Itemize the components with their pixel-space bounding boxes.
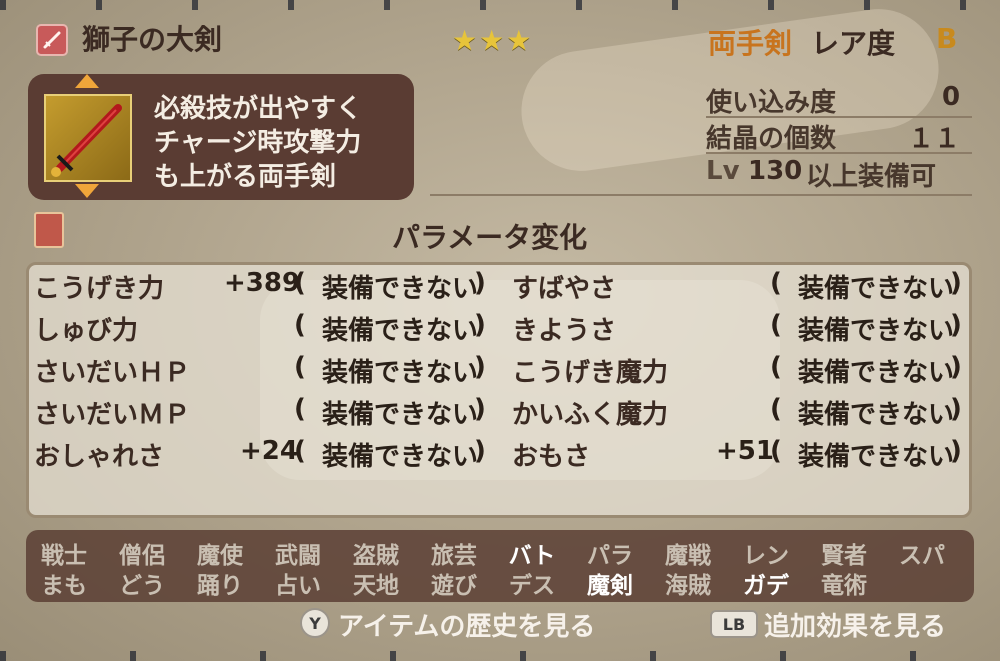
param-open-paren: ( (294, 310, 306, 340)
param-close-paren: ) (950, 268, 962, 298)
param-open-paren: ( (770, 268, 782, 298)
param-close-paren: ) (474, 310, 486, 340)
star-rating: ★★★ (452, 24, 534, 57)
job-label: 魔戦 (665, 543, 711, 569)
param-open-paren: ( (294, 394, 306, 424)
job-label: 海賊 (665, 573, 711, 599)
item-image (44, 94, 132, 182)
param-open-paren: ( (294, 268, 306, 298)
param-label: かいふく魔力 (512, 400, 669, 430)
previous-item-arrow-icon[interactable] (75, 74, 99, 88)
param-label: さいだいＭＰ (34, 400, 191, 430)
sword-category-icon (36, 24, 68, 56)
level-prefix: Lv (706, 156, 740, 186)
top-border-decoration (0, 0, 1000, 10)
level-value: 130 (748, 156, 803, 186)
job-label: 盗賊 (353, 543, 399, 569)
bottom-border-decoration (0, 651, 1000, 661)
job-label: 踊り (197, 573, 243, 599)
job-label: 魔使 (197, 543, 243, 569)
item-detail-screen: 獅子の大剣 ★★★ 両手剣 レア度 B 必殺技が出やすく チャージ時攻撃力 も上… (0, 0, 1000, 661)
description-line: も上がる両手剣 (154, 162, 337, 192)
param-label: すばやさ (512, 274, 617, 304)
param-close-paren: ) (950, 394, 962, 424)
description-line: 必殺技が出やすく (154, 94, 363, 124)
weapon-type: 両手剣 (708, 27, 793, 60)
job-label: 僧侶 (119, 543, 165, 569)
divider (430, 194, 972, 196)
usage-value: 0 (942, 82, 961, 112)
param-status: 装備できない (322, 316, 479, 346)
rarity-value: B (936, 22, 958, 55)
param-status: 装備できない (798, 316, 955, 346)
param-open-paren: ( (770, 394, 782, 424)
param-label: きようさ (512, 316, 617, 346)
sword-icon (43, 31, 61, 49)
greatsword-icon (51, 104, 122, 177)
param-status: 装備できない (798, 358, 955, 388)
job-label-active: ガデ (743, 573, 789, 599)
description-line: チャージ時攻撃力 (154, 128, 362, 158)
divider (706, 152, 972, 154)
param-open-paren: ( (770, 310, 782, 340)
book-icon[interactable] (34, 212, 64, 248)
param-label: しゅび力 (34, 316, 139, 346)
param-label: こうげき魔力 (512, 358, 669, 388)
job-label: 賢者 (821, 543, 867, 569)
item-name: 獅子の大剣 (82, 23, 223, 56)
level-suffix: 以上装備可 (806, 162, 937, 192)
param-status: 装備できない (798, 400, 955, 430)
job-label: 天地 (353, 573, 399, 599)
job-label: 遊び (431, 573, 477, 599)
y-button[interactable]: Y (300, 608, 330, 638)
job-label: 占い (275, 573, 321, 599)
job-label: どう (119, 573, 165, 599)
next-item-arrow-icon[interactable] (75, 184, 99, 198)
param-label: おもさ (512, 442, 591, 472)
param-value: +389 (224, 268, 301, 298)
job-label: スパ (899, 543, 945, 569)
param-open-paren: ( (294, 352, 306, 382)
param-close-paren: ) (950, 352, 962, 382)
crystals-label: 結晶の個数 (706, 124, 837, 154)
param-label: さいだいＨＰ (34, 358, 191, 388)
param-open-paren: ( (294, 436, 306, 466)
job-label: 武闘 (275, 543, 321, 569)
param-close-paren: ) (950, 310, 962, 340)
rarity-label: レア度 (811, 27, 896, 60)
job-label: 戦士 (41, 543, 87, 569)
param-value: +24 (240, 436, 298, 466)
job-label: デス (509, 573, 555, 599)
param-close-paren: ) (474, 268, 486, 298)
param-close-paren: ) (474, 352, 486, 382)
param-status: 装備できない (322, 400, 479, 430)
param-label: おしゃれさ (34, 442, 165, 472)
lb-button[interactable]: LB (710, 610, 758, 638)
section-title: パラメータ変化 (392, 221, 588, 254)
extra-effects-hint[interactable]: 追加効果を見る (764, 606, 946, 643)
param-close-paren: ) (950, 436, 962, 466)
job-label: 旅芸 (431, 543, 477, 569)
param-status: 装備できない (322, 358, 479, 388)
job-label-active: 魔剣 (587, 573, 633, 599)
job-label: まも (41, 573, 87, 599)
job-label: パラ (587, 543, 633, 569)
param-open-paren: ( (770, 436, 782, 466)
job-label-active: バト (508, 543, 556, 569)
param-status: 装備できない (798, 274, 955, 304)
item-history-hint[interactable]: アイテムの歴史を見る (338, 606, 595, 643)
param-status: 装備できない (322, 442, 479, 472)
param-label: こうげき力 (34, 274, 165, 304)
param-status: 装備できない (798, 442, 955, 472)
crystals-value: １１ (908, 124, 961, 154)
param-value: +51 (716, 436, 774, 466)
param-close-paren: ) (474, 394, 486, 424)
job-label: 竜術 (821, 573, 867, 599)
param-open-paren: ( (770, 352, 782, 382)
param-status: 装備できない (322, 274, 479, 304)
param-close-paren: ) (474, 436, 486, 466)
usage-label: 使い込み度 (706, 88, 837, 118)
job-label: レン (743, 543, 789, 569)
